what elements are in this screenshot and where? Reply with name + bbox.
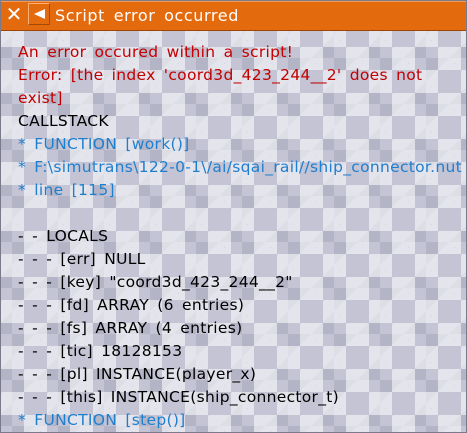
error-detail-continued: exist] — [18, 89, 63, 107]
callstack-header: CALLSTACK — [18, 112, 109, 130]
window-title: Script error occurred — [55, 6, 239, 25]
local-variable: - - - [key] "coord3d_423_244__2" — [18, 273, 293, 291]
close-icon[interactable]: ✕ — [3, 3, 25, 25]
error-log: An error occured within a script! Error:… — [18, 41, 463, 432]
pin-icon[interactable] — [28, 3, 50, 25]
error-message: An error occured within a script! — [18, 43, 294, 61]
callstack-function: * FUNCTION [work()] — [18, 135, 190, 153]
local-variable: - - - [this] INSTANCE(ship_connector_t) — [18, 388, 340, 406]
local-variable: - - - [err] NULL — [18, 250, 146, 268]
error-detail: Error: [the index 'coord3d_423_244__2' d… — [18, 66, 423, 84]
callstack-line: * line [115] — [18, 181, 115, 199]
local-variable: - - - [fd] ARRAY (6 entries) — [18, 296, 245, 314]
script-error-window: ✕ Script error occurred An error occured… — [0, 0, 467, 433]
local-variable: - - - [fs] ARRAY (4 entries) — [18, 319, 243, 337]
local-variable: - - - [pl] INSTANCE(player_x) — [18, 365, 257, 383]
local-variable: - - - [tic] 18128153 — [18, 342, 183, 360]
callstack-next-function: * FUNCTION [step()] — [18, 411, 186, 429]
title-bar[interactable]: ✕ Script error occurred — [1, 1, 466, 31]
locals-header: - - LOCALS — [18, 227, 109, 245]
callstack-file: * F:\simutrans\122-0-1\/ai/sqai_rail//sh… — [18, 158, 463, 176]
